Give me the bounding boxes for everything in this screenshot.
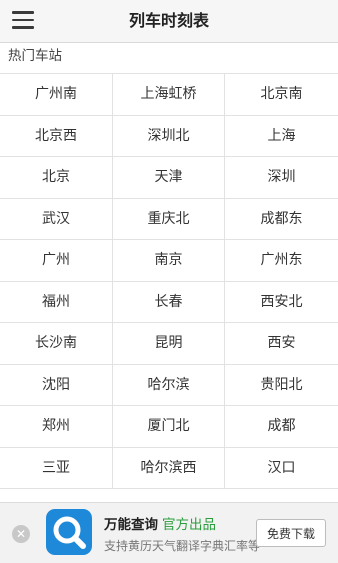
station-cell[interactable]: 成都 [225, 406, 338, 448]
station-cell[interactable]: 西安北 [225, 281, 338, 323]
station-cell[interactable]: 成都东 [225, 198, 338, 240]
magnifier-app-icon[interactable] [46, 509, 92, 555]
station-cell[interactable]: 重庆北 [113, 198, 225, 240]
station-cell[interactable]: 天津 [113, 157, 225, 199]
station-cell[interactable]: 贵阳北 [225, 364, 338, 406]
station-cell[interactable]: 长沙南 [0, 323, 113, 365]
ad-app-title: 万能查询 [104, 517, 158, 533]
free-download-button[interactable]: 免费下载 [256, 519, 326, 547]
station-cell[interactable]: 三亚 [0, 447, 113, 489]
station-cell[interactable]: 北京西 [0, 115, 113, 157]
app-screen: 列车时刻表 热门车站 广州南 上海虹桥 北京南北京西 深圳北 上海北京 天津 深圳武汉 重庆北… [0, 0, 338, 563]
top-bar: 列车时刻表 [0, 0, 338, 43]
station-cell[interactable]: 哈尔滨 [113, 364, 225, 406]
station-cell[interactable]: 广州 [0, 240, 113, 282]
station-cell[interactable]: 厦门北 [113, 406, 225, 448]
ad-description: 支持黄历天气翻译字典汇率等 [104, 539, 261, 553]
station-grid: 广州南 上海虹桥 北京南北京西 深圳北 上海北京 天津 深圳武汉 重庆北 成都东广州 南京 广州东福… [0, 73, 338, 489]
station-cell[interactable]: 长春 [113, 281, 225, 323]
station-cell[interactable]: 上海虹桥 [113, 74, 225, 116]
hot-stations-label: 热门车站 [8, 48, 62, 64]
station-cell[interactable]: 广州东 [225, 240, 338, 282]
station-cell[interactable]: 北京 [0, 157, 113, 199]
station-cell[interactable]: 南京 [113, 240, 225, 282]
ad-banner[interactable]: ✕ 万能查询 官方出品 支持黄历天气翻译字典汇率等 免费下载 [0, 502, 338, 563]
station-cell[interactable]: 北京南 [225, 74, 338, 116]
station-cell[interactable]: 哈尔滨西 [113, 447, 225, 489]
page-title: 列车时刻表 [128, 11, 209, 30]
station-cell[interactable]: 深圳 [225, 157, 338, 199]
ad-app-name[interactable]: 万能查询 官方出品 [104, 513, 216, 533]
close-icon[interactable]: ✕ [12, 525, 30, 543]
station-cell[interactable]: 西安 [225, 323, 338, 365]
station-cell[interactable]: 汉口 [225, 447, 338, 489]
station-cell[interactable]: 昆明 [113, 323, 225, 365]
station-cell[interactable]: 沈阳 [0, 364, 113, 406]
ad-official-tag: 官方出品 [162, 517, 216, 533]
station-cell[interactable]: 上海 [225, 115, 338, 157]
station-cell[interactable]: 广州南 [0, 74, 113, 116]
station-cell[interactable]: 福州 [0, 281, 113, 323]
station-cell[interactable]: 深圳北 [113, 115, 225, 157]
station-cell[interactable]: 郑州 [0, 406, 113, 448]
station-cell[interactable]: 武汉 [0, 198, 113, 240]
